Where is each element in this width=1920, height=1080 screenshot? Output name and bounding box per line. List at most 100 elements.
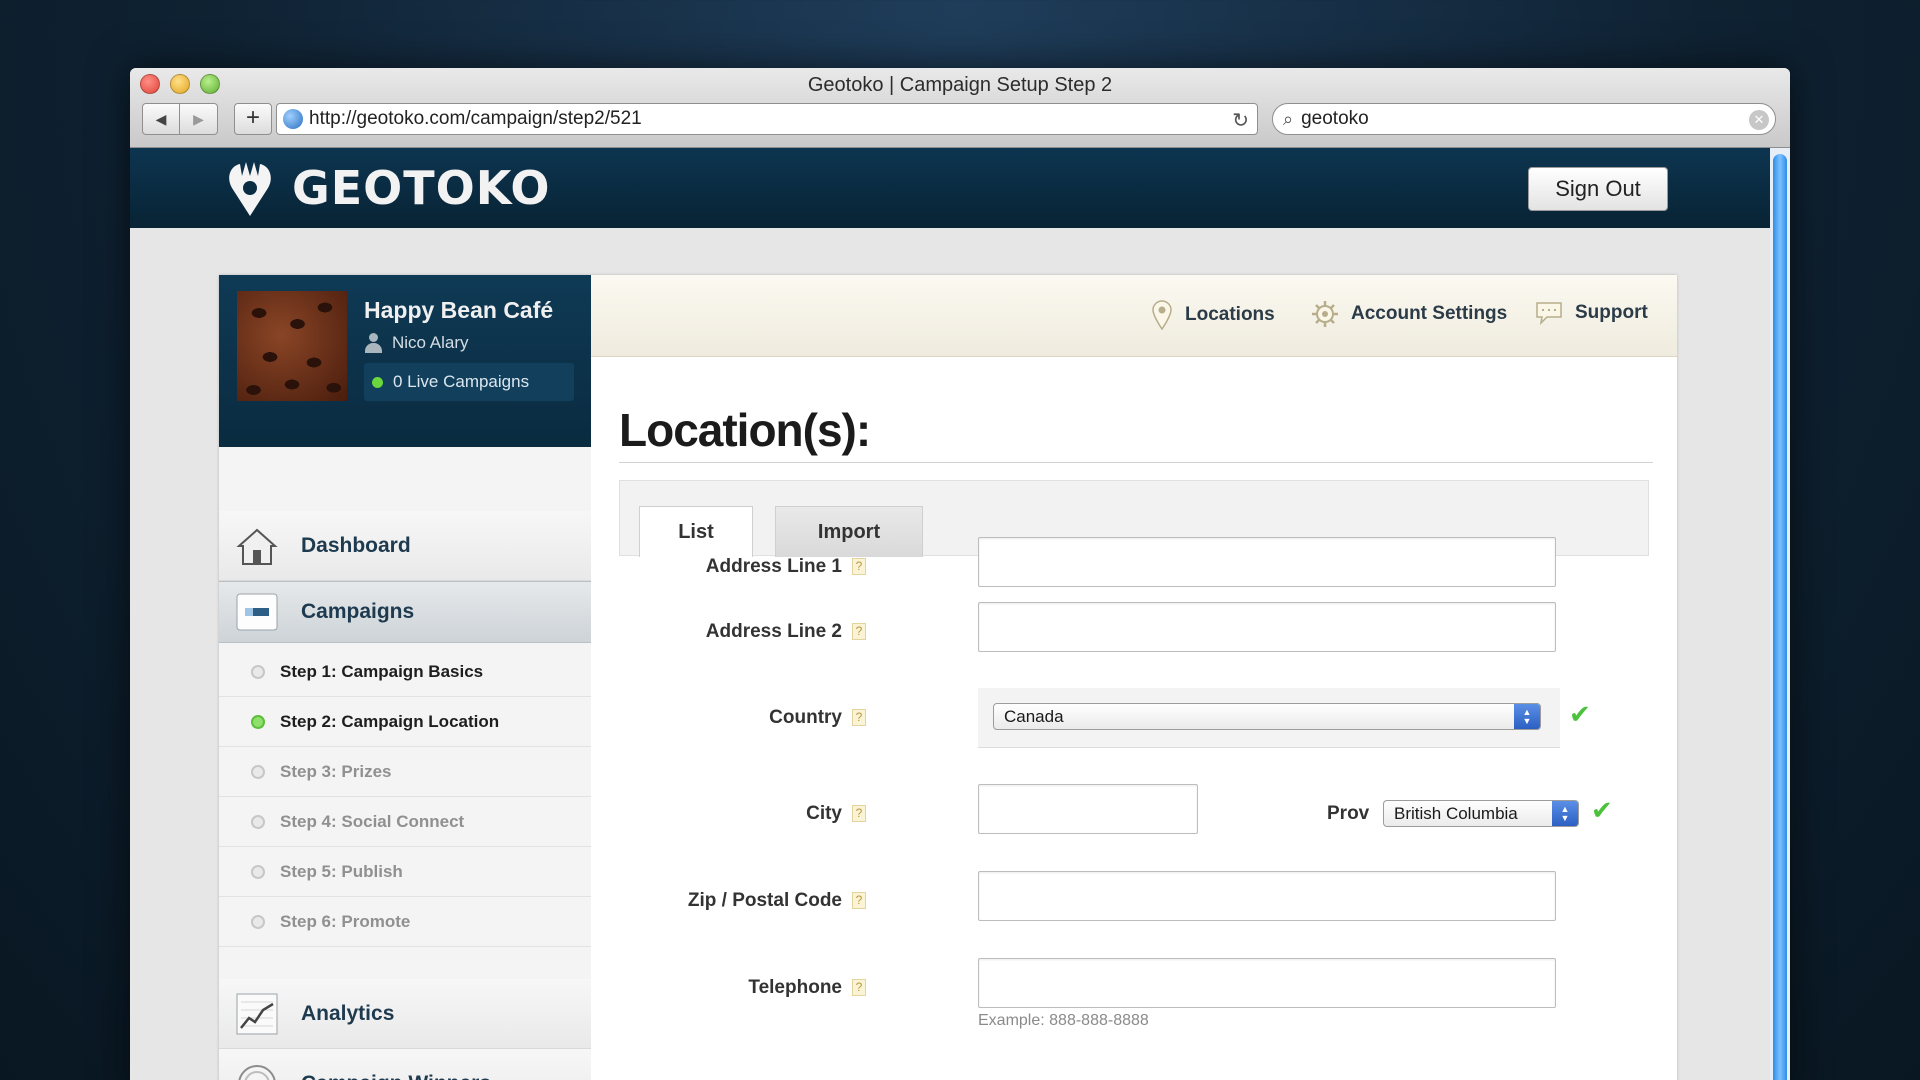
medal-icon bbox=[235, 1062, 279, 1080]
geotoko-logo[interactable]: GEOTOKO bbox=[224, 158, 550, 218]
nav-support[interactable]: Support bbox=[1535, 300, 1648, 326]
back-button[interactable]: ◀ bbox=[142, 103, 180, 135]
country-select[interactable]: Canada ▲ ▼ bbox=[993, 703, 1541, 730]
search-query: geotoko bbox=[1301, 108, 1369, 129]
help-icon[interactable]: ? bbox=[852, 709, 866, 726]
title-divider bbox=[619, 462, 1653, 463]
hand-pin-logo-icon bbox=[229, 162, 271, 216]
step-label: Step 6: Promote bbox=[280, 911, 411, 931]
step-prizes[interactable]: Step 3: Prizes bbox=[219, 747, 591, 797]
step-social-connect[interactable]: Step 4: Social Connect bbox=[219, 797, 591, 847]
step-status-dot-icon bbox=[251, 814, 265, 829]
address-line-1-input[interactable] bbox=[978, 537, 1556, 587]
step-label: Step 4: Social Connect bbox=[280, 811, 465, 831]
sidebar-item-campaigns[interactable]: Campaigns bbox=[219, 581, 591, 643]
user-name-row: Nico Alary bbox=[364, 333, 469, 353]
province-selected-value: British Columbia bbox=[1394, 803, 1518, 823]
help-icon[interactable]: ? bbox=[852, 558, 866, 575]
live-campaigns-badge[interactable]: 0 Live Campaigns bbox=[364, 363, 574, 401]
business-avatar[interactable] bbox=[237, 291, 347, 401]
logo-text: GEOTOKO bbox=[292, 161, 551, 215]
main-panel: Happy Bean Café Nico Alary 0 Live Campai… bbox=[219, 275, 1677, 1080]
sign-out-button[interactable]: Sign Out bbox=[1528, 167, 1668, 211]
help-icon[interactable]: ? bbox=[852, 805, 866, 822]
live-campaigns-text: 0 Live Campaigns bbox=[393, 372, 530, 391]
step-campaign-basics[interactable]: Step 1: Campaign Basics bbox=[219, 647, 591, 697]
browser-titlebar: Geotoko | Campaign Setup Step 2 ◀ ▶ + ht… bbox=[130, 68, 1790, 148]
status-dot-icon bbox=[372, 376, 383, 388]
house-icon bbox=[235, 524, 279, 568]
field-label-text: Address Line 2 bbox=[705, 621, 842, 642]
sidebar-item-label: Campaigns bbox=[301, 600, 415, 623]
city-input[interactable] bbox=[978, 784, 1198, 834]
plus-icon: + bbox=[245, 104, 260, 131]
browser-window: Geotoko | Campaign Setup Step 2 ◀ ▶ + ht… bbox=[130, 68, 1790, 1080]
prov-label: Prov bbox=[1327, 803, 1370, 824]
site-header: GEOTOKO Sign Out bbox=[130, 148, 1770, 228]
field-label-text: Country bbox=[769, 707, 842, 728]
step-label: Step 1: Campaign Basics bbox=[280, 661, 484, 681]
step-status-dot-icon bbox=[251, 764, 265, 779]
help-icon[interactable]: ? bbox=[852, 892, 866, 909]
campaign-card-icon bbox=[235, 590, 279, 634]
telephone-input[interactable] bbox=[978, 958, 1556, 1008]
tab-import[interactable]: Import bbox=[775, 506, 923, 557]
step-label: Step 5: Publish bbox=[280, 861, 403, 881]
page-content: GEOTOKO Sign Out Happy Bean Café Nico Al… bbox=[130, 148, 1770, 1080]
step-label: Step 3: Prizes bbox=[280, 761, 392, 781]
telephone-format-hint: Example: 888-888-8888 bbox=[978, 1012, 1149, 1029]
country-label: Country? bbox=[769, 707, 866, 729]
step-status-dot-icon bbox=[251, 664, 265, 679]
search-icon: ⌕ bbox=[1283, 108, 1294, 129]
country-valid-check-icon: ✔ bbox=[1569, 699, 1591, 729]
tab-list[interactable]: List bbox=[639, 506, 753, 557]
sidebar-item-dashboard[interactable]: Dashboard bbox=[219, 511, 591, 581]
telephone-label: Telephone? bbox=[748, 977, 866, 999]
nav-locations[interactable]: Locations bbox=[1151, 300, 1275, 330]
address-line-2-input[interactable] bbox=[978, 602, 1556, 652]
select-arrows-icon: ▲ ▼ bbox=[1552, 801, 1578, 826]
top-navigation: Locations Account Settings Support bbox=[591, 275, 1677, 357]
scrollbar-thumb[interactable] bbox=[1773, 154, 1787, 1080]
nav-account-settings[interactable]: Account Settings bbox=[1311, 300, 1507, 328]
page-title: Location(s): bbox=[619, 404, 871, 456]
help-icon[interactable]: ? bbox=[852, 979, 866, 996]
field-label-text: Address Line 1 bbox=[705, 556, 842, 577]
clear-search-icon[interactable]: ✕ bbox=[1749, 110, 1769, 130]
sidebar: Dashboard Campaigns Step 1: Campaign Bas… bbox=[219, 447, 591, 1080]
zip-postal-code-label: Zip / Postal Code? bbox=[688, 890, 866, 912]
forward-button[interactable]: ▶ bbox=[180, 103, 218, 135]
forward-arrow-icon: ▶ bbox=[193, 110, 204, 127]
nav-label: Account Settings bbox=[1351, 303, 1508, 324]
country-selected-value: Canada bbox=[1004, 706, 1064, 726]
step-status-dot-icon bbox=[251, 714, 265, 729]
province-select[interactable]: British Columbia ▲ ▼ bbox=[1383, 800, 1579, 827]
person-icon bbox=[364, 333, 382, 353]
reload-icon[interactable]: ↻ bbox=[1232, 108, 1249, 133]
url-text: http://geotoko.com/campaign/step2/521 bbox=[309, 108, 642, 129]
business-name: Happy Bean Café bbox=[364, 297, 554, 323]
gear-icon bbox=[1312, 301, 1338, 327]
nav-label: Locations bbox=[1185, 304, 1275, 325]
chart-icon bbox=[235, 992, 279, 1036]
step-promote[interactable]: Step 6: Promote bbox=[219, 897, 591, 947]
sidebar-item-label: Analytics bbox=[301, 1001, 395, 1025]
city-label: City? bbox=[806, 803, 866, 825]
help-icon[interactable]: ? bbox=[852, 623, 866, 640]
step-label: Step 2: Campaign Location bbox=[280, 711, 500, 731]
sidebar-item-label: Dashboard bbox=[301, 533, 411, 557]
field-label-text: Zip / Postal Code bbox=[687, 890, 842, 911]
step-publish[interactable]: Step 5: Publish bbox=[219, 847, 591, 897]
sidebar-item-campaign-winners[interactable]: Campaign Winners bbox=[219, 1049, 591, 1080]
zip-postal-code-input[interactable] bbox=[978, 871, 1556, 921]
user-name: Nico Alary bbox=[392, 333, 469, 352]
address-bar[interactable]: http://geotoko.com/campaign/step2/521 ↻ bbox=[276, 103, 1258, 135]
history-buttons: ◀ ▶ bbox=[142, 103, 218, 135]
step-campaign-location[interactable]: Step 2: Campaign Location bbox=[219, 697, 591, 747]
vertical-scrollbar[interactable] bbox=[1770, 148, 1790, 1080]
add-bookmark-button[interactable]: + bbox=[234, 103, 272, 135]
field-label-text: Telephone bbox=[748, 977, 842, 998]
sidebar-item-analytics[interactable]: Analytics bbox=[219, 979, 591, 1049]
sidebar-item-label: Campaign Winners bbox=[301, 1072, 491, 1080]
browser-search-field[interactable]: ⌕ geotoko ✕ bbox=[1272, 103, 1776, 135]
